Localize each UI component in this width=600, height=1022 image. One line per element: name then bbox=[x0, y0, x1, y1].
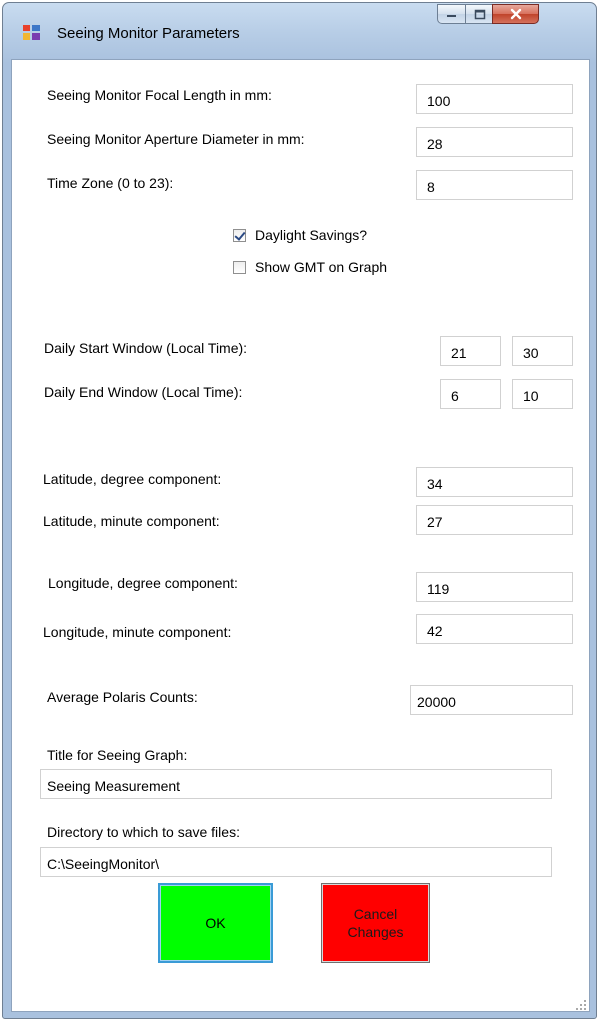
time-zone-input[interactable]: 8 bbox=[416, 170, 573, 200]
focal-length-input[interactable]: 100 bbox=[416, 84, 573, 114]
maximize-button[interactable] bbox=[465, 4, 493, 24]
save-dir-label: Directory to which to save files: bbox=[47, 824, 240, 840]
end-window-label: Daily End Window (Local Time): bbox=[44, 384, 243, 400]
aperture-label: Seeing Monitor Aperture Diameter in mm: bbox=[47, 131, 305, 147]
daylight-savings-label[interactable]: Daylight Savings? bbox=[255, 227, 367, 243]
close-button[interactable] bbox=[492, 4, 539, 24]
lat-min-input[interactable]: 27 bbox=[416, 505, 573, 535]
title-bar[interactable]: Seeing Monitor Parameters bbox=[3, 3, 596, 63]
polaris-label: Average Polaris Counts: bbox=[47, 689, 198, 705]
maximize-icon bbox=[474, 9, 486, 20]
focal-length-label: Seeing Monitor Focal Length in mm: bbox=[47, 87, 272, 103]
polaris-input[interactable]: 20000 bbox=[410, 685, 573, 715]
daylight-savings-checkbox[interactable] bbox=[233, 229, 246, 242]
lat-min-label: Latitude, minute component: bbox=[43, 513, 220, 529]
end-minute-input[interactable]: 10 bbox=[512, 379, 573, 409]
minimize-button[interactable] bbox=[437, 4, 466, 24]
show-gmt-label[interactable]: Show GMT on Graph bbox=[255, 259, 387, 275]
aperture-input[interactable]: 28 bbox=[416, 127, 573, 157]
resize-grip[interactable] bbox=[576, 1000, 588, 1012]
graph-title-input[interactable]: Seeing Measurement bbox=[40, 769, 552, 799]
start-minute-input[interactable]: 30 bbox=[512, 336, 573, 366]
lon-min-input[interactable]: 42 bbox=[416, 614, 573, 644]
close-icon bbox=[510, 8, 522, 20]
minimize-icon bbox=[447, 15, 456, 17]
window-title: Seeing Monitor Parameters bbox=[57, 25, 240, 42]
lat-deg-input[interactable]: 34 bbox=[416, 467, 573, 497]
lon-min-label: Longitude, minute component: bbox=[43, 624, 232, 640]
lon-deg-input[interactable]: 119 bbox=[416, 572, 573, 602]
cancel-button-label: Cancel Changes bbox=[347, 906, 404, 940]
show-gmt-checkbox[interactable] bbox=[233, 261, 246, 274]
lat-deg-label: Latitude, degree component: bbox=[43, 471, 222, 487]
cancel-changes-button[interactable]: Cancel Changes bbox=[321, 883, 430, 963]
save-dir-input[interactable]: C:\SeeingMonitor\ bbox=[40, 847, 552, 877]
start-window-label: Daily Start Window (Local Time): bbox=[44, 340, 248, 356]
ok-button[interactable]: OK bbox=[158, 883, 273, 963]
end-hour-input[interactable]: 6 bbox=[440, 379, 501, 409]
ok-button-label: OK bbox=[205, 915, 226, 931]
start-hour-input[interactable]: 21 bbox=[440, 336, 501, 366]
time-zone-label: Time Zone (0 to 23): bbox=[47, 175, 174, 191]
lon-deg-label: Longitude, degree component: bbox=[48, 575, 238, 591]
graph-title-label: Title for Seeing Graph: bbox=[47, 747, 188, 763]
app-icon bbox=[23, 25, 40, 40]
